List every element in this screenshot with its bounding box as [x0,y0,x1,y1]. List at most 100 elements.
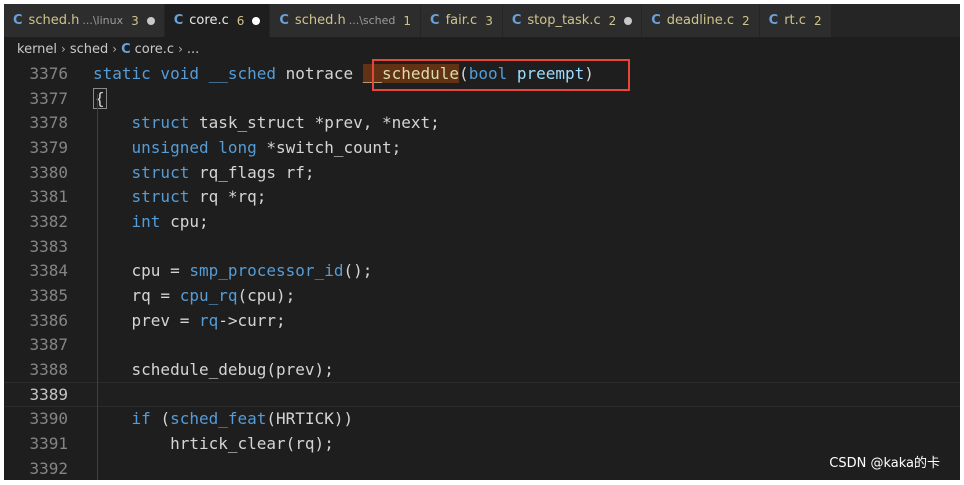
c-file-icon: C [768,13,779,28]
code-line[interactable]: 3385 rq = cpu_rq(cpu); [4,283,960,308]
chevron-right-icon: › [61,42,66,56]
code-token: (HRTICK)) [266,409,354,429]
code-token: (cpu); [237,286,296,306]
tab-directory: ...\sched [348,14,396,27]
chevron-right-icon: › [112,42,118,56]
code-text: int cpu; [68,212,209,231]
line-number: 3380 [29,162,68,182]
line-number: 3378 [29,113,68,133]
tab-problem-count: 3 [131,13,139,28]
code-token: sched_feat [170,409,267,429]
code-token: bool [468,63,517,83]
line-number: 3388 [29,360,68,380]
code-token: unsigned long [93,137,267,157]
code-text: static void __sched notrace __schedule(b… [68,63,594,83]
code-line[interactable]: 3378 struct task_struct *prev, *next; [4,110,960,135]
tab-directory: ...\linux [82,14,124,27]
code-line[interactable]: 3387 [4,333,960,358]
code-token: if [93,409,161,429]
unsaved-dot-icon[interactable] [624,16,633,25]
code-line[interactable]: 3381 struct rq *rq; [4,184,960,209]
code-line[interactable]: 3390 if (sched_feat(HRTICK)) [4,407,960,432]
watermark: CSDN @kaka的卡 [829,456,940,471]
tab-deadline-c[interactable]: Cdeadline.c 2 [642,4,760,37]
code-text: if (sched_feat(HRTICK)) [68,409,354,429]
breadcrumb-item-sched[interactable]: sched [70,42,108,57]
code-line[interactable]: 3388 schedule_debug(prev); [4,357,960,382]
tab-rt-c[interactable]: Crt.c 2 [759,4,832,37]
line-number: 3392 [29,458,68,478]
line-number: 3387 [29,335,68,355]
tab-problem-count: 1 [403,13,412,28]
c-file-icon: C [13,13,23,28]
code-line[interactable]: 3391 hrtick_clear(rq); [4,431,960,456]
tab-core-c[interactable]: Ccore.c 6 [164,4,271,37]
code-token: struct [93,113,199,133]
tab-label: fair.c [445,13,478,28]
tab-sched-h[interactable]: Csched.h ...\sched 1 [270,4,422,37]
breadcrumb-item-file[interactable]: core.c [135,42,174,57]
code-line[interactable]: 3382 int cpu; [4,209,960,234]
breadcrumb-item-more[interactable]: ... [187,42,199,57]
c-file-icon: C [279,13,289,28]
c-file-icon: C [430,13,440,28]
breadcrumb: kernel › sched › C core.c › ... [4,37,960,61]
code-text: { [68,87,107,109]
code-token: ->curr; [218,310,286,330]
unsaved-dot-icon[interactable] [146,16,155,25]
code-token: *switch_count; [266,137,402,157]
code-text: struct task_struct *prev, *next; [68,113,440,132]
line-number: 3386 [29,310,68,330]
tab-label: deadline.c [666,13,735,28]
tab-problem-count: 3 [485,13,493,28]
code-text: schedule_debug(prev); [68,360,334,379]
code-line[interactable]: 3389 [4,381,960,407]
code-line[interactable]: 3379 unsigned long *switch_count; [4,135,960,160]
code-text: prev = rq->curr; [68,311,286,330]
code-text: struct rq_flags rf; [68,163,315,182]
code-line[interactable]: 3376 static void __sched notrace __schedu… [4,61,960,86]
tab-label: sched.h [294,13,346,28]
line-number: 3381 [29,187,68,207]
code-line[interactable]: 3383 [4,234,960,259]
code-token: rq [198,310,219,330]
breadcrumb-item-kernel[interactable]: kernel [17,42,57,57]
indent-guide [97,94,98,480]
tab-stop_task-c[interactable]: Cstop_task.c 2 [502,4,643,37]
line-number: 3385 [29,286,68,306]
code-area[interactable]: 3376 static void __sched notrace __schedu… [4,61,960,480]
line-number: 3382 [29,211,68,231]
code-line[interactable]: 3377 { [4,86,960,111]
tab-problem-count: 2 [608,13,617,28]
line-number: 3391 [29,434,68,454]
code-token: *prev, *next; [314,113,440,133]
code-token: (); [343,261,373,281]
unsaved-dot-icon[interactable] [252,16,261,25]
line-number: 3389 [29,384,68,404]
code-line[interactable]: 3392 [4,456,960,480]
code-token: { [93,87,107,109]
chevron-right-icon: › [178,42,183,56]
c-file-icon: C [121,41,131,57]
tab-problem-count: 2 [813,13,822,28]
tab-sched-h[interactable]: Csched.h ...\linux 3 [4,4,165,37]
code-text: cpu = smp_processor_id(); [68,261,373,281]
c-file-icon: C [511,13,522,28]
code-token: notrace [285,63,363,83]
code-token: static void [93,63,209,83]
code-token: smp_processor_id [189,261,344,281]
code-line[interactable]: 3384 cpu = smp_processor_id(); [4,259,960,284]
code-line[interactable]: 3380 struct rq_flags rf; [4,160,960,185]
code-token: int [93,211,171,231]
code-token: preempt [516,63,585,83]
line-number: 3377 [29,88,68,108]
code-token: rq = [93,286,180,306]
code-line[interactable]: 3386 prev = rq->curr; [4,308,960,333]
code-token: cpu_rq [179,286,238,306]
line-number: 3379 [29,137,68,157]
line-number: 3390 [29,409,68,429]
tab-label: stop_task.c [527,13,601,28]
code-text: rq = cpu_rq(cpu); [68,286,296,306]
c-file-icon: C [651,13,661,28]
tab-fair-c[interactable]: Cfair.c 3 [421,4,503,37]
